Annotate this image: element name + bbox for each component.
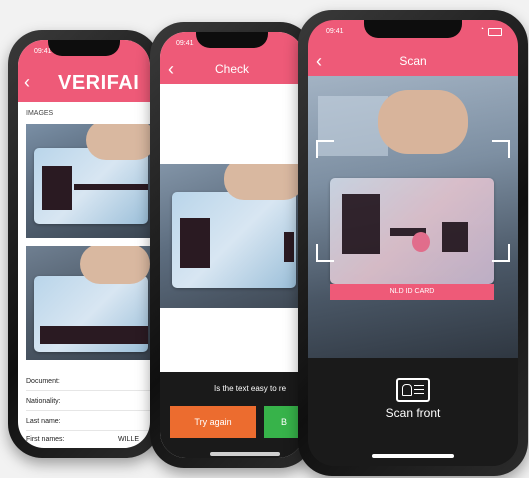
- wifi-icon: ◔: [479, 26, 484, 33]
- back-image-thumbnail[interactable]: [26, 246, 150, 360]
- field-value: WILLE: [118, 436, 140, 443]
- hologram: [412, 232, 430, 252]
- redacted-photo: [180, 218, 210, 268]
- page-title: Scan: [399, 54, 427, 68]
- redacted-mrz: [40, 326, 148, 344]
- card-type-label: NLD ID CARD: [389, 288, 435, 295]
- status-time: 09:41: [34, 48, 52, 55]
- field-label: Nationality:: [26, 398, 61, 405]
- phone-notch: [196, 32, 268, 48]
- images-section-label: IMAGES: [26, 110, 54, 117]
- redacted-photo: [42, 166, 72, 210]
- front-image-thumbnail[interactable]: [26, 124, 150, 238]
- readability-question: Is the text easy to re: [214, 384, 287, 393]
- redacted-text: [284, 232, 294, 262]
- phone-scan: 09:41 ◔ ‹ Scan NLD ID CARD Scan front: [298, 10, 528, 476]
- battery-icon: [488, 28, 502, 36]
- status-time: 09:41: [176, 40, 194, 47]
- field-nationality: Nationality:: [26, 398, 150, 411]
- phone-notch: [364, 20, 462, 38]
- id-card-icon: [396, 378, 430, 402]
- home-indicator: [210, 452, 280, 456]
- id-card-back: [34, 276, 148, 352]
- captured-image-preview: [160, 164, 304, 308]
- status-time: 09:41: [326, 28, 344, 35]
- redacted-text: [442, 222, 468, 252]
- brand-logo: VERIFAI: [58, 72, 140, 94]
- camera-viewfinder: NLD ID CARD: [308, 76, 518, 358]
- field-label: Last name:: [26, 418, 61, 425]
- home-indicator: [372, 454, 454, 458]
- hand: [378, 90, 468, 154]
- try-again-button[interactable]: Try again: [170, 406, 256, 438]
- back-arrow-icon[interactable]: ‹: [24, 73, 30, 91]
- check-screen: 09:41 ‹ Check Is the text easy to re Try…: [160, 32, 304, 458]
- scan-screen: 09:41 ◔ ‹ Scan NLD ID CARD Scan front: [308, 20, 518, 466]
- field-document: Document:: [26, 378, 150, 391]
- redacted-text: [74, 184, 148, 190]
- frame-corner-br: [492, 244, 510, 262]
- field-label: First names:: [26, 436, 65, 443]
- redacted-photo: [342, 194, 380, 254]
- hand: [86, 124, 150, 160]
- field-label: Document:: [26, 378, 60, 385]
- id-card-overlay: [330, 178, 494, 284]
- id-card-front: [172, 192, 296, 288]
- frame-corner-bl: [316, 244, 334, 262]
- scan-instruction: Scan front: [385, 406, 441, 420]
- phone-verifai-results: 09:41 ‹ VERIFAI IMAGES Document: Nationa…: [8, 30, 160, 458]
- field-last-name: Last name:: [26, 418, 150, 431]
- frame-corner-tr: [492, 140, 510, 158]
- phone-check: 09:41 ‹ Check Is the text easy to re Try…: [150, 22, 314, 468]
- field-first-names: First names: WILLE: [26, 436, 150, 448]
- hand: [80, 246, 150, 284]
- results-screen: 09:41 ‹ VERIFAI IMAGES Document: Nationa…: [18, 40, 150, 448]
- scan-instruction-panel: Scan front: [308, 358, 518, 466]
- phone-notch: [48, 40, 120, 56]
- page-title: Check: [214, 62, 249, 76]
- frame-corner-tl: [316, 140, 334, 158]
- hand: [224, 164, 304, 200]
